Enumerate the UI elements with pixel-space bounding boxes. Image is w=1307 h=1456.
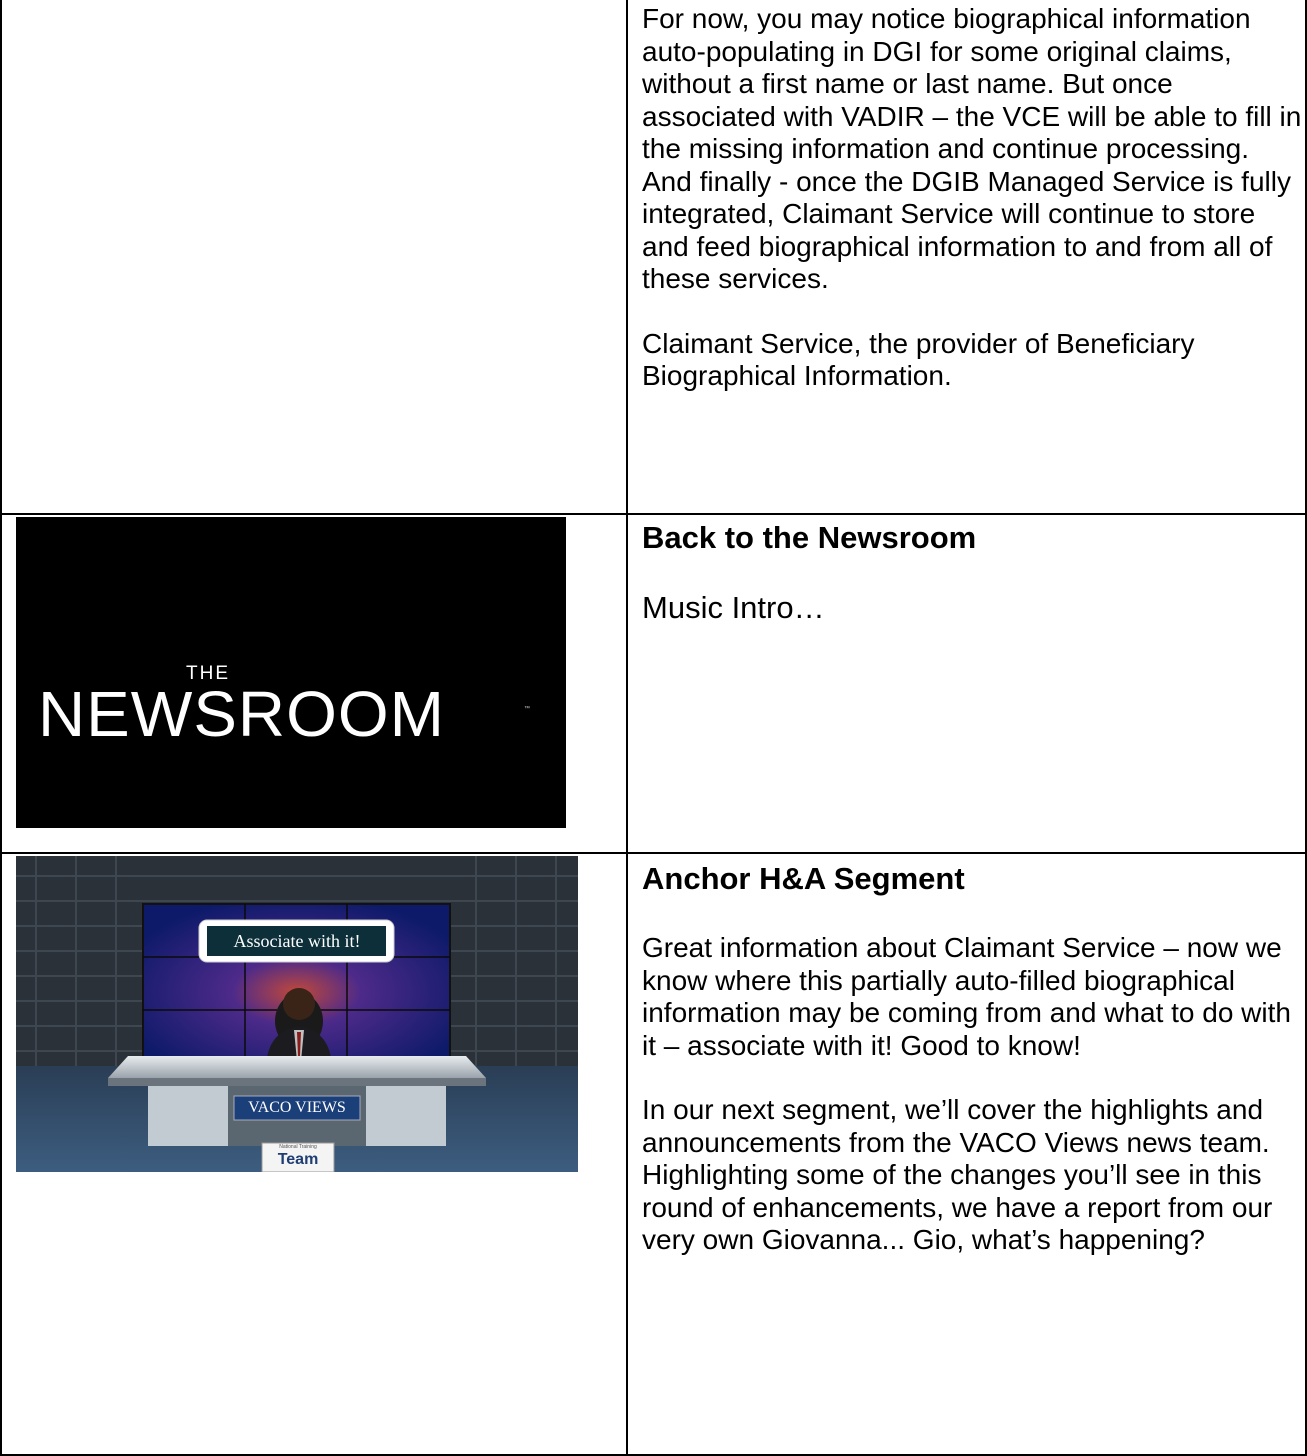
team-logo: National Training Team: [262, 1144, 334, 1172]
newsroom-logo-text: NEWSROOM: [38, 678, 446, 750]
desk-sign: VACO VIEWS: [248, 1099, 346, 1116]
row3-heading: Anchor H&A Segment: [642, 861, 965, 896]
row-divider-2: [0, 852, 1307, 854]
row2-body: Music Intro…: [642, 590, 825, 625]
row2-heading: Back to the Newsroom: [642, 520, 977, 555]
team-logo-subtext: National Training: [279, 1144, 317, 1150]
team-logo-text: Team: [277, 1151, 319, 1168]
row-divider-1: [0, 513, 1307, 515]
row2-narration: Back to the Newsroom Music Intro…: [642, 520, 1304, 626]
news-set-illustration: [16, 856, 578, 1172]
trademark-symbol: ™: [524, 706, 530, 712]
storyboard-table: For now, you may notice biographical inf…: [0, 0, 1307, 1456]
news-set-anchor-image: Associate with it! VACO VIEWS National T…: [16, 856, 578, 1172]
row3-narration: Anchor H&A Segment Great information abo…: [642, 861, 1304, 1257]
row1-narration: For now, you may notice biographical inf…: [642, 3, 1304, 393]
row1-paragraph-1: For now, you may notice biographical inf…: [642, 3, 1302, 294]
row1-paragraph-2: Claimant Service, the provider of Benefi…: [642, 327, 1195, 392]
row3-paragraph-2: In our next segment, we’ll cover the hig…: [642, 1094, 1273, 1255]
newsroom-title-card-image: THE NEWSROOM ™: [16, 517, 566, 828]
row3-paragraph-1: Great information about Claimant Service…: [642, 932, 1291, 1061]
screen-caption: Associate with it!: [233, 931, 361, 951]
column-divider: [626, 0, 628, 1456]
table-border-left: [0, 0, 2, 1456]
